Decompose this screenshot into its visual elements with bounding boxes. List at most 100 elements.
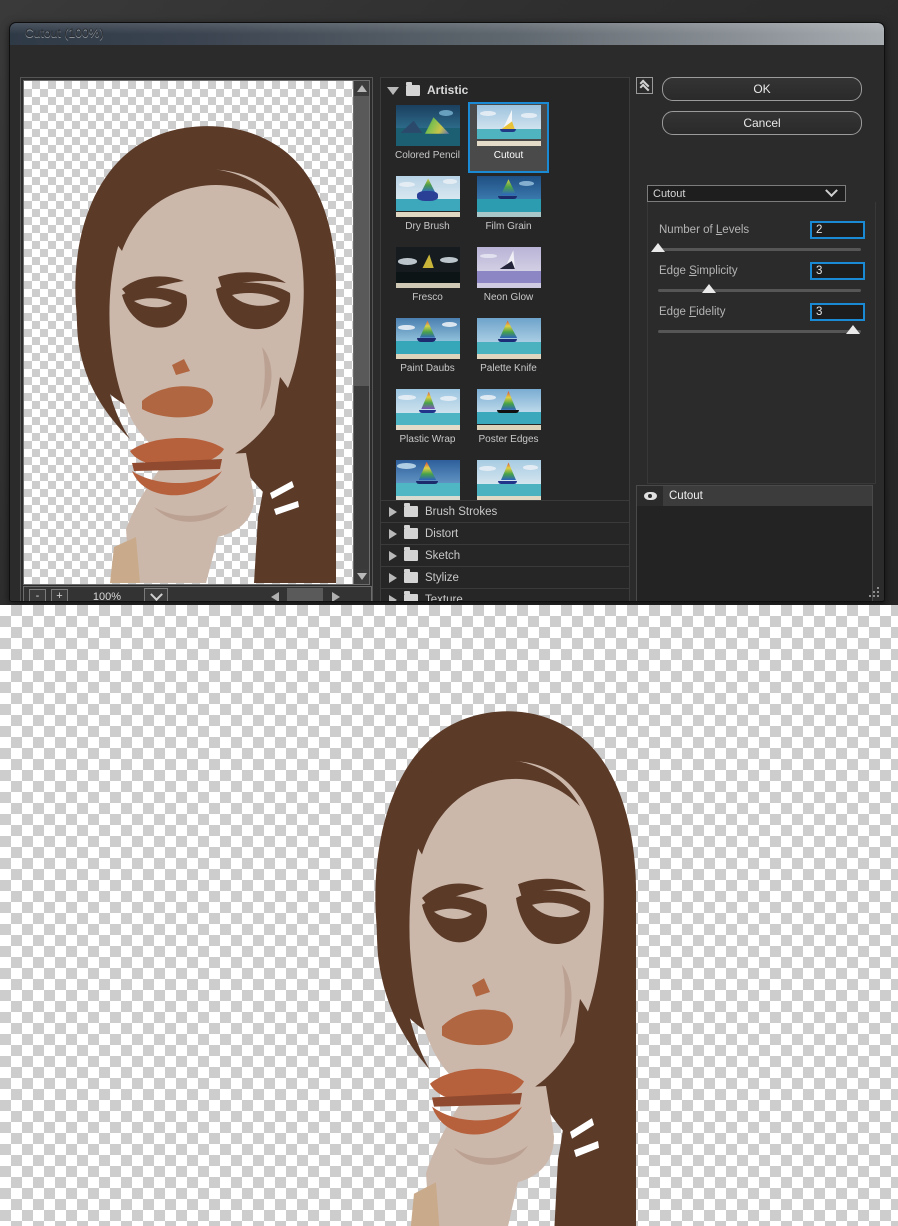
filter-gallery-list: Artistic Colored Pencil Cutout Dry Brush… (380, 77, 630, 602)
param-slider-thumb[interactable] (846, 325, 860, 334)
thumbnail-image (395, 389, 460, 430)
chevron-down-icon (825, 184, 838, 198)
settings-panel: OK Cancel Cutout Number of Levels 2 Edge… (634, 77, 876, 601)
param-label: Edge Fidelity (659, 306, 726, 318)
collapsed-category-rows: Brush Strokes Distort Sketch Stylize Tex… (381, 500, 629, 602)
double-chevron-up-icon (640, 81, 649, 90)
filter-thumb-label: Dry Brush (405, 221, 450, 232)
effect-list-item[interactable]: Cutout (637, 486, 872, 506)
filter-thumb-cutout[interactable]: Cutout (468, 102, 549, 173)
preview-vertical-scrollbar[interactable] (353, 80, 370, 585)
dialog-titlebar[interactable]: Cutout (100%) (10, 23, 884, 46)
filter-parameters: Number of Levels 2 Edge Simplicity 3 Edg… (647, 202, 876, 484)
filter-thumb-dry-brush[interactable]: Dry Brush (387, 173, 468, 244)
chevron-down-icon (149, 587, 163, 601)
filter-gallery-dialog: Cutout (100%) - + 100% Artistic Colored … (9, 22, 885, 602)
thumbnail-image (395, 247, 460, 288)
category-row-texture[interactable]: Texture (381, 588, 629, 602)
category-label: Stylize (425, 571, 459, 584)
preview-pane: - + 100% (20, 77, 373, 602)
folder-icon (404, 525, 418, 539)
triangle-left-icon (270, 592, 279, 601)
filter-thumb-plastic-wrap[interactable]: Plastic Wrap (387, 386, 468, 457)
resize-grip[interactable] (869, 587, 880, 598)
thumbnail-image (476, 247, 541, 288)
filter-thumb-paint-daubs[interactable]: Paint Daubs (387, 315, 468, 386)
filter-thumb-label: Cutout (493, 150, 524, 161)
filter-thumb-colored-pencil[interactable]: Colored Pencil (387, 102, 468, 173)
category-label: Artistic (427, 83, 469, 97)
collapse-panel-button[interactable] (636, 77, 653, 94)
thumbnail-image (476, 176, 541, 217)
filter-thumb-label: Neon Glow (483, 292, 534, 303)
thumbnail-image (395, 318, 460, 359)
param-slider-thumb[interactable] (702, 284, 716, 293)
scroll-right-button[interactable] (323, 587, 348, 601)
param-value-input[interactable]: 2 (810, 221, 865, 239)
effect-visibility-toggle[interactable] (637, 486, 663, 506)
titlebar-gloss (10, 23, 884, 34)
param-slider-track[interactable] (658, 330, 861, 333)
param-value-input[interactable]: 3 (810, 262, 865, 280)
effect-name: Cutout (669, 490, 703, 502)
folder-icon (404, 591, 418, 601)
category-row-distort[interactable]: Distort (381, 522, 629, 544)
param-value-input[interactable]: 3 (810, 303, 865, 321)
cancel-button[interactable]: Cancel (662, 111, 862, 135)
param-slider-track[interactable] (658, 248, 861, 251)
thumbnail-image (476, 460, 541, 501)
category-label: Texture (425, 593, 463, 602)
preview-canvas[interactable] (23, 80, 355, 585)
thumbnail-image (395, 105, 460, 146)
zoom-dropdown-button[interactable] (144, 587, 168, 601)
dialog-title: Cutout (100%) (25, 26, 104, 40)
filter-thumb-poster-edges[interactable]: Poster Edges (468, 386, 549, 457)
category-row-brush-strokes[interactable]: Brush Strokes (381, 500, 629, 522)
filter-thumb-label: Palette Knife (480, 363, 537, 374)
filter-thumb-label: Film Grain (485, 221, 532, 232)
result-image-canvas (0, 605, 898, 1226)
disclosure-closed-icon (389, 550, 397, 561)
thumbnail-image (476, 105, 541, 146)
filter-thumbnail-grid: Colored Pencil Cutout Dry Brush Film Gra… (381, 102, 629, 587)
scroll-left-button[interactable] (262, 587, 287, 601)
filter-thumb-palette-knife[interactable]: Palette Knife (468, 315, 549, 386)
triangle-right-icon (331, 592, 340, 601)
hscrollbar-thumb[interactable] (287, 588, 323, 601)
eye-icon (643, 492, 657, 500)
thumbnail-image (476, 389, 541, 430)
category-row-sketch[interactable]: Sketch (381, 544, 629, 566)
disclosure-open-icon (387, 87, 399, 95)
zoom-level-label: 100% (92, 591, 122, 602)
category-label: Brush Strokes (425, 505, 498, 518)
param-label: Edge Simplicity (659, 265, 738, 277)
scroll-up-button[interactable] (354, 81, 369, 96)
folder-icon (406, 81, 420, 96)
result-portrait (318, 655, 656, 1226)
filter-thumb-film-grain[interactable]: Film Grain (468, 173, 549, 244)
zoom-in-button[interactable]: + (51, 588, 68, 601)
dialog-body: - + 100% Artistic Colored Pencil Cutout … (10, 45, 884, 601)
preview-bottom-bar: - + 100% (23, 586, 372, 602)
filter-select-dropdown[interactable]: Cutout (647, 184, 846, 202)
triangle-up-icon (356, 85, 367, 92)
filter-thumb-label: Colored Pencil (394, 150, 461, 161)
triangle-down-icon (356, 573, 367, 580)
category-header-artistic[interactable]: Artistic (381, 78, 629, 102)
effects-list: Cutout (636, 485, 873, 601)
param-slider-track[interactable] (658, 289, 861, 292)
folder-icon (404, 503, 418, 517)
scrollbar-thumb[interactable] (354, 96, 369, 386)
zoom-out-button[interactable]: - (29, 588, 46, 601)
param-slider-thumb[interactable] (651, 243, 665, 252)
ok-button[interactable]: OK (662, 77, 862, 101)
scroll-down-button[interactable] (354, 569, 369, 584)
category-row-stylize[interactable]: Stylize (381, 566, 629, 588)
filter-thumb-label: Plastic Wrap (399, 434, 456, 445)
preview-horizontal-scrollbar[interactable] (262, 587, 370, 601)
thumbnail-image (395, 176, 460, 217)
filter-thumb-fresco[interactable]: Fresco (387, 244, 468, 315)
filter-thumb-neon-glow[interactable]: Neon Glow (468, 244, 549, 315)
filter-thumb-label: Fresco (412, 292, 443, 303)
filter-select-value: Cutout (653, 187, 686, 200)
